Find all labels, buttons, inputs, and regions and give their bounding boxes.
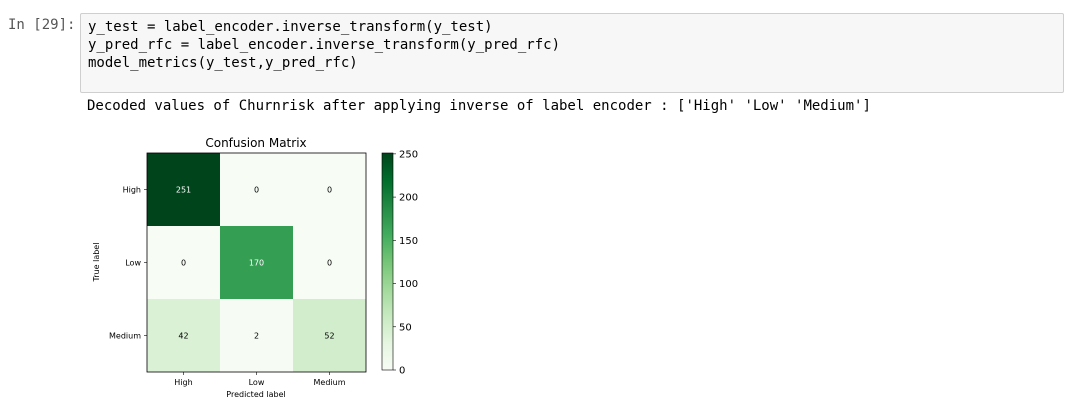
cell-value-label: 42 bbox=[178, 332, 188, 341]
x-tick-label: Low bbox=[249, 378, 265, 387]
colorbar-tick-label: 250 bbox=[399, 149, 418, 160]
colorbar-tick-label: 100 bbox=[399, 279, 418, 290]
heatmap-cell bbox=[293, 226, 366, 299]
heatmap-cell bbox=[147, 299, 220, 372]
code-line-3: model_metrics(y_test,y_pred_rfc) bbox=[88, 55, 358, 71]
colorbar bbox=[381, 152, 394, 371]
plot-frame bbox=[146, 152, 367, 373]
code-line-1: y_test = label_encoder.inverse_transform… bbox=[88, 19, 493, 35]
cell-value-label: 170 bbox=[249, 259, 264, 268]
cell-value-label: 0 bbox=[327, 186, 332, 195]
cell-value-label: 52 bbox=[324, 332, 334, 341]
y-tick-label: Medium bbox=[109, 332, 141, 341]
cell-prompt: In [29]: bbox=[8, 17, 76, 33]
cell-value-label: 2 bbox=[254, 332, 259, 341]
chart-title: Confusion Matrix bbox=[205, 136, 306, 150]
code-line-2: y_pred_rfc = label_encoder.inverse_trans… bbox=[88, 37, 561, 53]
y-axis-label: True label bbox=[92, 243, 101, 283]
cell-value-label: 0 bbox=[181, 259, 186, 268]
cell-value-label: 251 bbox=[176, 186, 191, 195]
y-tick-label: High bbox=[123, 186, 141, 195]
y-ticks: High Low Medium bbox=[109, 186, 147, 341]
colorbar-tick-label: 50 bbox=[399, 322, 412, 333]
colorbar-tick-label: 0 bbox=[399, 366, 405, 377]
cell-output-text: Decoded values of Churnrisk after applyi… bbox=[87, 98, 871, 114]
x-tick-label: High bbox=[174, 378, 192, 387]
cell-value-label: 0 bbox=[254, 186, 259, 195]
heatmap-cell bbox=[220, 299, 293, 372]
y-tick-label: Low bbox=[125, 259, 141, 268]
heatmap-cell bbox=[147, 226, 220, 299]
x-ticks: High Low Medium bbox=[174, 372, 346, 387]
cell-value-label: 0 bbox=[327, 259, 332, 268]
x-tick-label: Medium bbox=[314, 378, 346, 387]
heatmap-cell bbox=[293, 153, 366, 226]
code-input-cell[interactable]: y_test = label_encoder.inverse_transform… bbox=[80, 13, 1064, 93]
heatmap-cell bbox=[220, 153, 293, 226]
heatmap-cell bbox=[220, 226, 293, 299]
colorbar-tick-label: 150 bbox=[399, 236, 418, 247]
heatmap-cells: 251 0 0 0 170 0 42 2 52 bbox=[147, 153, 366, 372]
colorbar-tick-label: 200 bbox=[399, 193, 418, 204]
heatmap-cell bbox=[147, 153, 220, 226]
heatmap-cell bbox=[293, 299, 366, 372]
colorbar-ticks: 0 50 100 150 200 250 bbox=[393, 149, 418, 377]
x-axis-label: Predicted label bbox=[226, 390, 285, 399]
